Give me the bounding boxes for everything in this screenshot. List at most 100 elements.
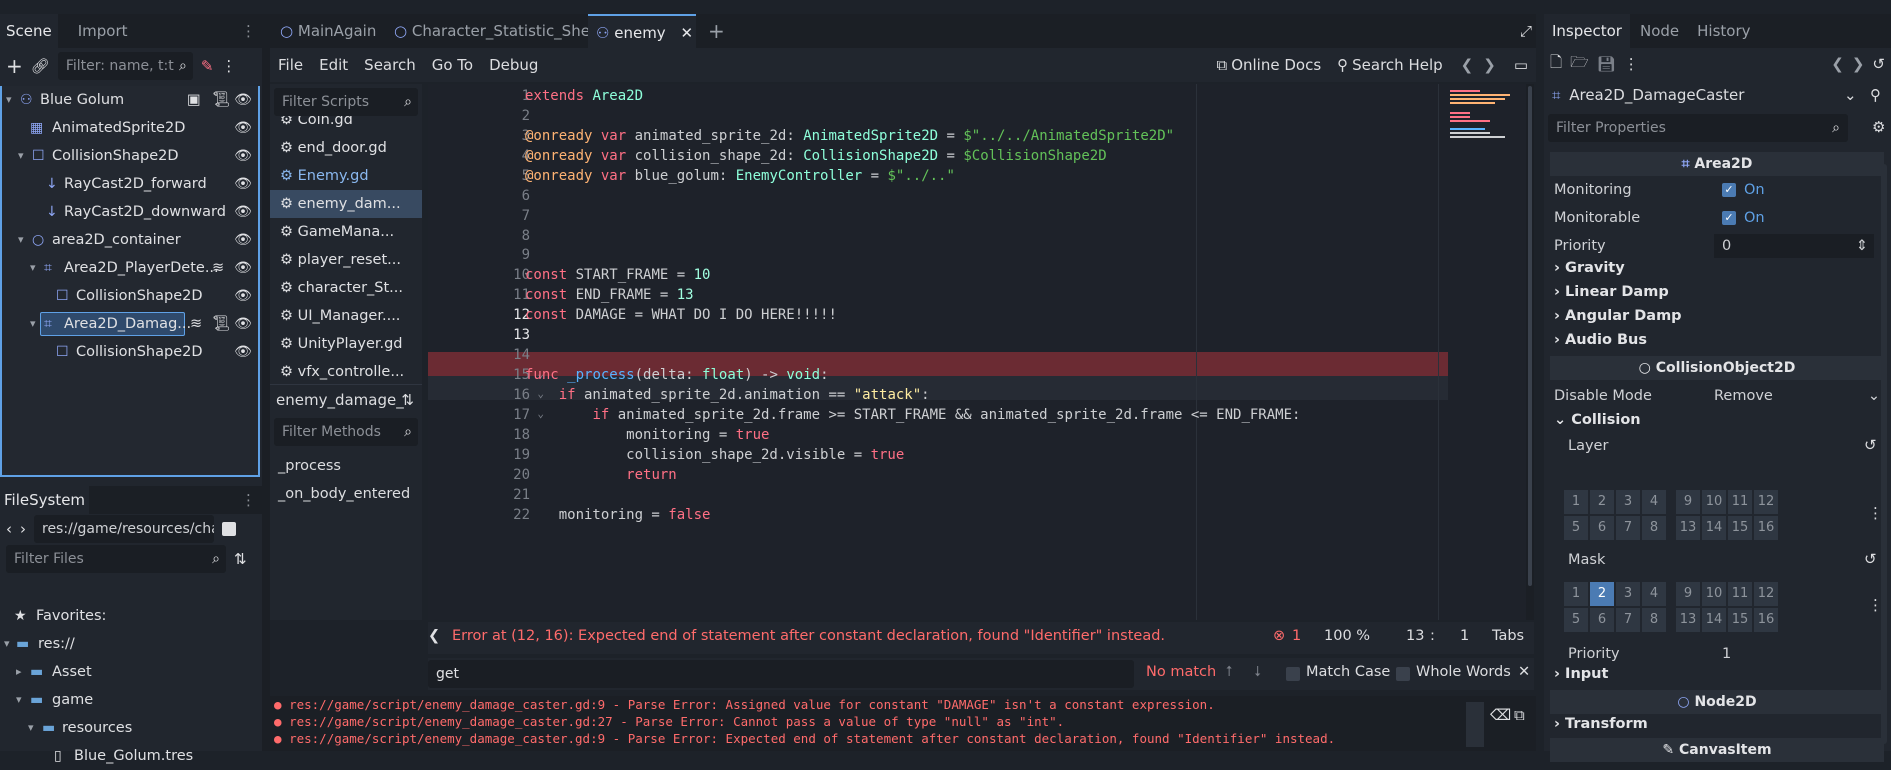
mask-bit[interactable]: 10 (1702, 582, 1726, 606)
match-case-label[interactable]: Match Case (1306, 664, 1390, 680)
chevron-left-icon[interactable]: ❮ (428, 628, 440, 644)
visibility-eye-icon[interactable]: 👁︎ (234, 86, 252, 114)
filter-methods-input[interactable]: Filter Methods ⌕ (274, 418, 418, 446)
signal-icon[interactable]: ≋ (212, 254, 224, 282)
spin-arrows-icon[interactable]: ⇕ (1856, 234, 1868, 258)
scene-filter-input[interactable]: Filter: name, t:t ⌕ (57, 52, 193, 80)
script-item[interactable]: ⚙ character_St... (270, 274, 422, 302)
layer-bit[interactable]: 2 (1590, 490, 1614, 514)
whole-words-label[interactable]: Whole Words (1416, 664, 1511, 680)
chevron-down-icon[interactable]: ▾ (30, 254, 36, 282)
scrollbar-thumb[interactable] (1528, 86, 1532, 586)
sort-icon[interactable]: ⇅ (234, 550, 247, 568)
link-icon[interactable]: 🔗︎ (31, 57, 50, 75)
toggle-panel-icon[interactable]: ▭ (1514, 56, 1528, 74)
layer-bit[interactable]: 4 (1642, 490, 1666, 514)
category-linear-damp[interactable]: › Linear Damp (1554, 284, 1669, 300)
chevron-down-icon[interactable]: ▾ (6, 86, 12, 114)
category-angular-damp[interactable]: › Angular Damp (1554, 308, 1682, 324)
mask-bits-grid[interactable]: 1 2 3 4 9 10 11 12 5 6 7 8 13 14 15 16 (1564, 582, 1778, 632)
dock-menu-icon[interactable]: ⋮ (241, 491, 256, 509)
indent-mode[interactable]: Tabs (1492, 628, 1524, 644)
tree-row[interactable]: ☐ CollisionShape2D 👁︎ (2, 282, 258, 310)
fs-item[interactable]: ▯ Blue_Golum.tres (0, 742, 256, 770)
category-audio-bus[interactable]: › Audio Bus (1554, 332, 1647, 348)
layer-bit[interactable]: 7 (1616, 516, 1640, 540)
signal-icon[interactable]: ≋ (190, 310, 202, 338)
fs-item[interactable]: ▾ ▬ resources (0, 714, 256, 742)
dock-splitter[interactable] (262, 14, 270, 751)
tab-enemy[interactable]: ⚇ enemy ✕ (588, 14, 696, 48)
category-input[interactable]: › Input (1554, 666, 1608, 682)
layer-bit[interactable]: 14 (1702, 516, 1726, 540)
open-folder-icon[interactable]: 🗁︎ (1570, 52, 1589, 77)
chevron-down-icon[interactable]: ▾ (28, 714, 34, 742)
monitoring-checkbox[interactable]: ✓ (1722, 183, 1736, 197)
fs-item[interactable]: ▾ ▬ res:// (0, 630, 256, 658)
category-gravity[interactable]: › Gravity (1554, 260, 1625, 276)
reset-icon[interactable]: ↺ (1864, 436, 1877, 454)
tab-import[interactable]: Import (72, 14, 134, 48)
layer-bit[interactable]: 10 (1702, 490, 1726, 514)
script-icon[interactable]: ✎ (201, 57, 214, 75)
chevron-down-icon[interactable]: ▾ (18, 226, 24, 254)
mask-bit[interactable]: 11 (1728, 582, 1752, 606)
mask-bit[interactable]: 16 (1754, 608, 1778, 632)
tab-mainagain[interactable]: ○ MainAgain (280, 14, 376, 48)
disable-mode-select[interactable]: Remove ⌄ (1714, 382, 1884, 410)
fs-item[interactable]: ★ Favorites: (0, 602, 256, 630)
tree-row-selected[interactable]: ▾ ⌗ Area2D_Damag... ≋ 📜︎ 👁︎ (2, 310, 258, 338)
layer-bit[interactable]: 12 (1754, 490, 1778, 514)
method-item[interactable]: _process (278, 458, 341, 474)
mask-bit[interactable]: 15 (1728, 608, 1752, 632)
tree-row[interactable]: ↓ RayCast2D_forward 👁︎ (2, 170, 258, 198)
find-input[interactable]: get (428, 660, 1134, 688)
close-icon[interactable]: ✕ (680, 24, 693, 42)
output-scrollbar[interactable] (1466, 702, 1484, 747)
new-resource-icon[interactable]: 🗋︎ (1550, 52, 1562, 77)
mask-bit[interactable]: 12 (1754, 582, 1778, 606)
vertical-scrollbar[interactable] (1526, 84, 1534, 620)
chevron-left-icon[interactable]: ❮ (1461, 56, 1474, 74)
layer-bit[interactable]: 9 (1676, 490, 1700, 514)
tree-row[interactable]: ☐ CollisionShape2D 👁︎ (2, 338, 258, 366)
zoom-level[interactable]: 100 % (1324, 628, 1370, 644)
script-item[interactable]: ⚙ end_door.gd (270, 134, 422, 162)
reset-icon[interactable]: ↺ (1864, 550, 1877, 568)
layer-bit[interactable]: 1 (1564, 490, 1588, 514)
visibility-eye-icon[interactable]: 👁︎ (234, 226, 252, 254)
tree-row[interactable]: ▾ ○ area2D_container 👁︎ (2, 226, 258, 254)
tree-row[interactable]: ▦ AnimatedSprite2D 👁︎ (2, 114, 258, 142)
tools-icon[interactable]: ⚲ (1870, 80, 1881, 110)
filter-properties-input[interactable]: Filter Properties ⌕ (1548, 114, 1848, 142)
category-collision[interactable]: ⌄ Collision (1554, 412, 1641, 428)
clear-output-icon[interactable]: ⌫ (1490, 706, 1511, 724)
dock-menu-icon[interactable]: ⋮ (241, 22, 256, 40)
filesystem-filter-input[interactable]: Filter Files ⌕ (6, 545, 226, 573)
visibility-eye-icon[interactable]: 👁︎ (234, 338, 252, 366)
visibility-eye-icon[interactable]: 👁︎ (234, 170, 252, 198)
tab-filesystem[interactable]: FileSystem (0, 486, 90, 514)
fullscreen-icon[interactable]: ⤢ (1520, 14, 1532, 48)
tree-row[interactable]: ▾ ☐ CollisionShape2D 👁︎ (2, 142, 258, 170)
tab-node[interactable]: Node (1634, 14, 1685, 48)
close-icon[interactable]: ✕ (1518, 664, 1530, 680)
mask-bit[interactable]: 9 (1676, 582, 1700, 606)
priority-value[interactable]: 1 (1722, 640, 1731, 668)
error-message[interactable]: Error at (12, 16): Expected end of state… (452, 628, 1165, 644)
menu-goto[interactable]: Go To (432, 56, 473, 74)
tab-character-sheet[interactable]: ○ Character_Statistic_Sheet (394, 14, 605, 48)
layer-bits-grid[interactable]: 1 2 3 4 9 10 11 12 5 6 7 8 13 14 15 16 (1564, 490, 1778, 540)
script-item[interactable]: ⚙ player_reset... (270, 246, 422, 274)
layer-bit[interactable]: 13 (1676, 516, 1700, 540)
mask-bit[interactable]: 4 (1642, 582, 1666, 606)
visibility-eye-icon[interactable]: 👁︎ (234, 114, 252, 142)
mask-bit[interactable]: 1 (1564, 582, 1588, 606)
chevron-down-icon[interactable]: ▾ (16, 686, 22, 714)
category-transform[interactable]: › Transform (1554, 716, 1648, 732)
script-item-selected[interactable]: ⚙ enemy_dam... (270, 190, 422, 218)
tree-row[interactable]: ▾ ⚇ Blue Golum ▣ 📜︎ 👁︎ (2, 86, 258, 114)
script-item[interactable]: ⚙ GameMana... (270, 218, 422, 246)
tab-history[interactable]: History (1691, 14, 1756, 48)
script-item[interactable]: ⚙ UI_Manager.... (270, 302, 422, 330)
